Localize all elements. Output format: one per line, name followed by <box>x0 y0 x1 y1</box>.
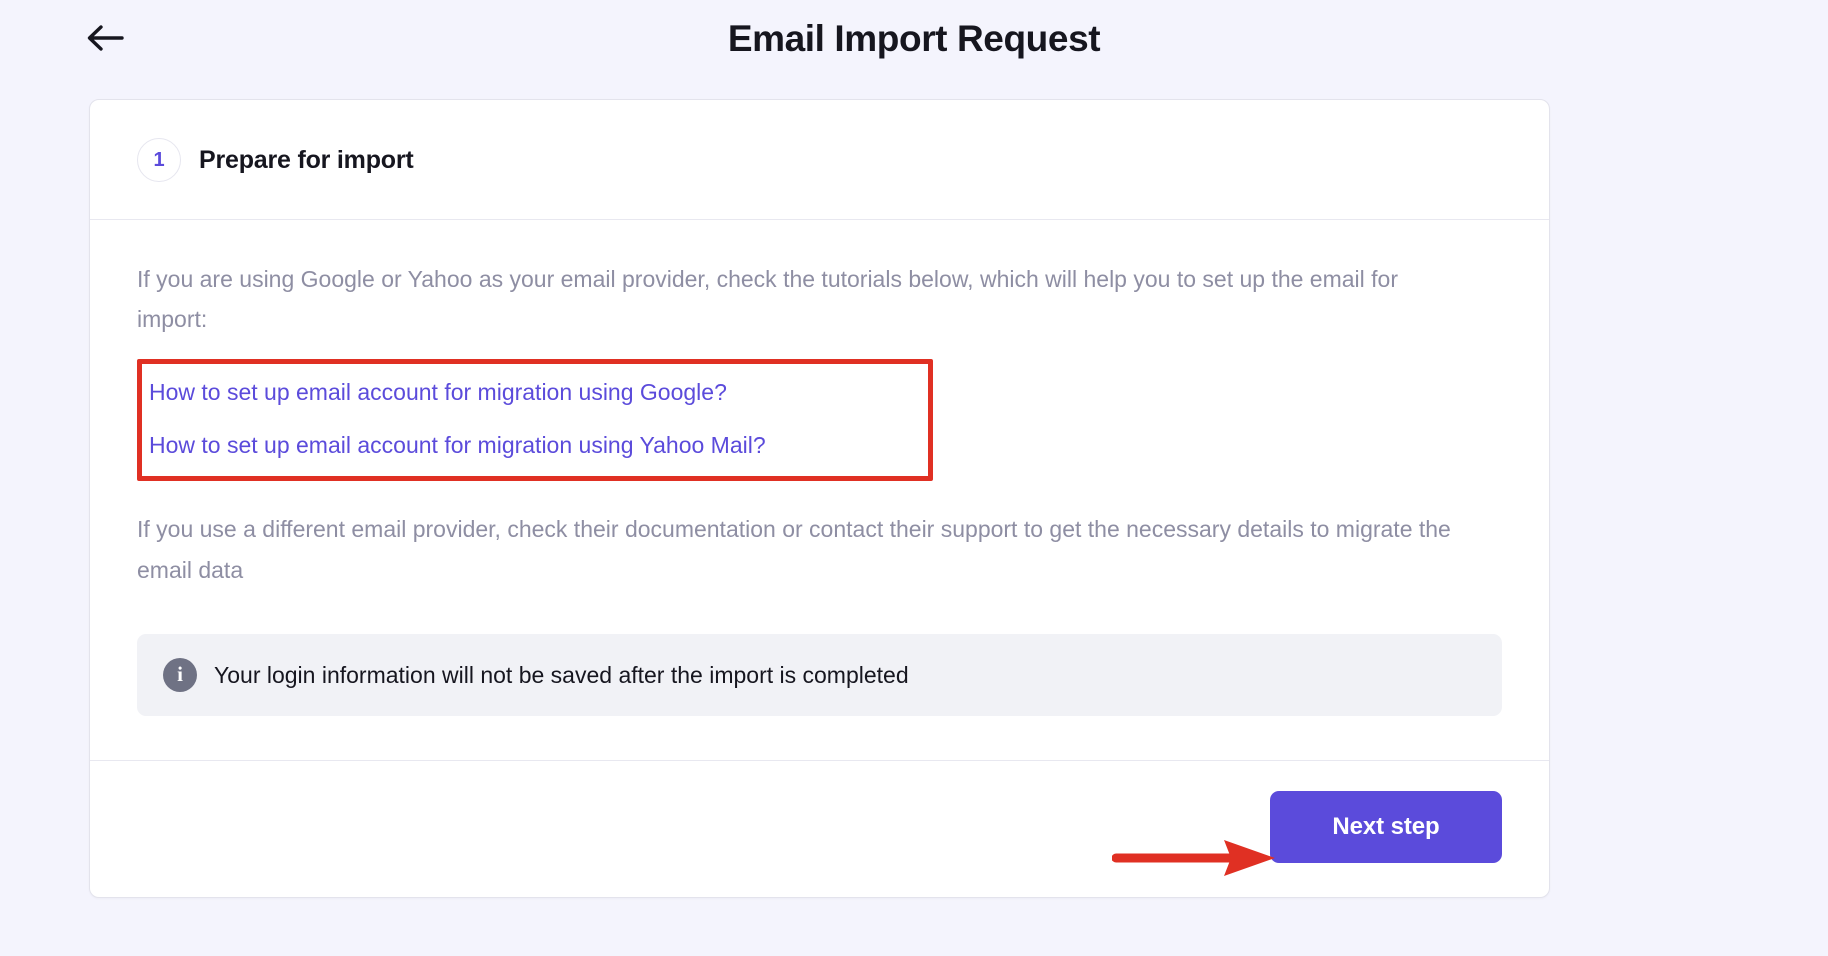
tutorial-link-yahoo[interactable]: How to set up email account for migratio… <box>149 426 766 465</box>
intro-text: If you are using Google or Yahoo as your… <box>137 266 1399 332</box>
notice-text: Your login information will not be saved… <box>214 661 909 688</box>
step-footer: Next step <box>90 759 1549 897</box>
arrow-left-icon <box>86 23 124 53</box>
page-header: Email Import Request <box>0 0 1828 76</box>
tutorial-link-google[interactable]: How to set up email account for migratio… <box>149 373 727 412</box>
info-icon: i <box>163 657 197 692</box>
secondary-text: If you use a different email provider, c… <box>137 516 1451 583</box>
page-title: Email Import Request <box>727 17 1101 59</box>
step-number-badge: 1 <box>137 138 181 182</box>
step-title: Prepare for import <box>199 145 414 174</box>
email-import-request-page: Email Import Request 1 Prepare for impor… <box>0 0 1828 956</box>
tutorial-links-group: How to set up email account for migratio… <box>137 359 933 482</box>
step-header: 1 Prepare for import <box>90 100 1549 220</box>
back-button[interactable] <box>78 11 132 65</box>
login-info-notice: i Your login information will not be sav… <box>137 633 1502 716</box>
step-body: If you are using Google or Yahoo as your… <box>90 220 1549 760</box>
import-step-card: 1 Prepare for import If you are using Go… <box>89 99 1550 898</box>
next-step-button[interactable]: Next step <box>1270 790 1502 863</box>
